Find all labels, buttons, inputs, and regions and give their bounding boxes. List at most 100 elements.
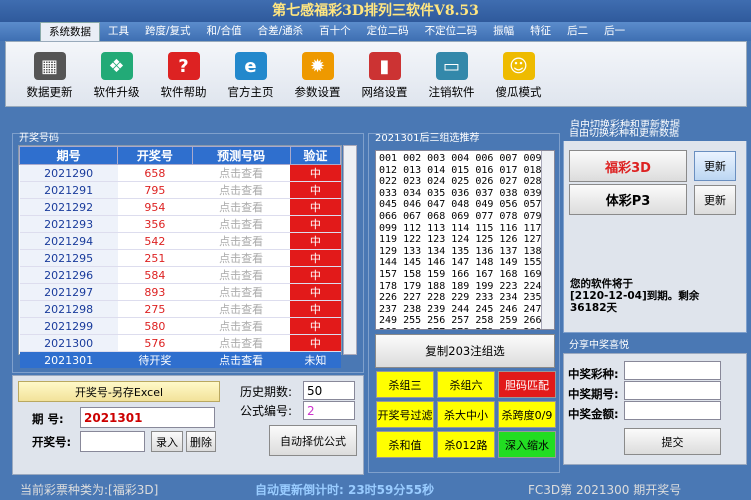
history-label: 历史期数: — [240, 385, 293, 399]
menu-item[interactable]: 后二 — [559, 22, 596, 41]
toolbar-label: 傻瓜模式 — [495, 85, 542, 99]
cell-number: 251 — [117, 249, 192, 267]
status-lottery: 当前彩票种类为:[福彩3D] — [20, 483, 159, 497]
menu-item[interactable]: 百十个 — [311, 22, 359, 41]
table-row: 2021298 275 点击查看中 — [19, 300, 341, 318]
cell-period: 2021297 — [19, 283, 118, 301]
copy-combos-button[interactable]: 复制203注组选 — [375, 334, 555, 368]
fc3d-update-button[interactable]: 更新 — [694, 151, 736, 181]
cell-period: 2021291 — [19, 181, 118, 199]
cell-number: 584 — [117, 266, 192, 284]
toolbar-button[interactable]: ▦ 数据更新 — [16, 46, 83, 106]
column-header: 期号 — [18, 146, 119, 165]
cell-ver: 中 — [290, 181, 341, 199]
toolbar-button[interactable]: ❖ 软件升级 — [83, 46, 150, 106]
menu-item[interactable]: 定位二码 — [359, 22, 417, 41]
toolbar-button[interactable]: ✹ 参数设置 — [284, 46, 351, 106]
toolbar-button[interactable]: ▮ 网络设置 — [351, 46, 418, 106]
menu-item[interactable]: 系统数据 — [40, 22, 100, 41]
cell-pred[interactable]: 点击查看 — [192, 300, 291, 318]
menu-item[interactable]: 跨度/复式 — [137, 22, 199, 41]
toolbar-label: 网络设置 — [361, 85, 408, 99]
enter-button[interactable]: 录入 — [151, 431, 183, 452]
toolbar-button[interactable]: ▭ 注销软件 — [418, 46, 485, 106]
cell-pred[interactable]: 点击查看 — [192, 249, 291, 267]
draw-table: 期号 开奖号 预测号码 验证 2021290 658 点击查看中 2021291 795 点击查… — [18, 145, 342, 368]
share-input[interactable] — [624, 401, 721, 420]
filter-button[interactable]: 开奖号过滤 — [376, 401, 434, 428]
filter-button[interactable]: 杀大中小 — [437, 401, 495, 428]
auto-formula-button[interactable]: 自动择优公式 — [269, 425, 357, 456]
table-row: 2021297 893 点击查看中 — [19, 283, 341, 301]
filter-button[interactable]: 杀跨度0/9 — [498, 401, 556, 428]
share-panel-title: 分享中奖喜悦 — [563, 339, 747, 353]
cell-pred[interactable]: 点击查看 — [192, 198, 291, 216]
toolbar-button[interactable]: ? 软件帮助 — [150, 46, 217, 106]
menu-item[interactable]: 振幅 — [485, 22, 522, 41]
cell-ver: 中 — [290, 266, 341, 284]
toolbar-label: 参数设置 — [294, 85, 341, 99]
cell-period: 2021295 — [19, 249, 118, 267]
period-input[interactable] — [80, 407, 215, 428]
toolbar-button[interactable]: e 官方主页 — [217, 46, 284, 106]
cell-period: 2021298 — [19, 300, 118, 318]
p3-button[interactable]: 体彩P3 — [569, 184, 687, 215]
monitor-icon: ▭ — [435, 52, 468, 80]
table-row: 2021296 584 点击查看中 — [19, 266, 341, 284]
share-submit-button[interactable]: 提交 — [624, 428, 721, 455]
formula-input[interactable] — [303, 401, 355, 420]
menu-item[interactable]: 工具 — [100, 22, 137, 41]
windows-logo-icon: ❖ — [100, 52, 133, 80]
table-row: 2021299 580 点击查看中 — [19, 317, 341, 335]
cell-number: 275 — [117, 300, 192, 318]
menu-item[interactable]: 后一 — [596, 22, 633, 41]
cell-pred[interactable]: 点击查看 — [192, 266, 291, 284]
table-row: 2021301 待开奖 点击查看 未知 — [19, 351, 341, 368]
toolbar-label: 官方主页 — [227, 85, 274, 99]
menu-item[interactable]: 和/合值 — [199, 22, 250, 41]
draw-panel-title: 开奖号码 — [19, 133, 59, 144]
cell-pred[interactable]: 点击查看 — [192, 215, 291, 233]
filter-button[interactable]: 深入缩水 — [498, 431, 556, 458]
cell-ver: 中 — [290, 317, 341, 335]
menu-bar: 系统数据 工具 跨度/复式 和/合值 合差/通杀 百十个 定位二码 不定位二码 振幅 特征 后二 后一 — [0, 22, 751, 41]
cell-ver: 中 — [290, 283, 341, 301]
status-bar: 当前彩票种类为:[福彩3D] 自动更新倒计时: 23时59分55秒 FC3D第 … — [0, 480, 751, 500]
export-excel-button[interactable]: 开奖号-另存Excel — [18, 381, 220, 402]
cell-pred[interactable]: 点击查看 — [192, 334, 291, 352]
cell-pred[interactable]: 点击查看 — [192, 283, 291, 301]
share-input[interactable] — [624, 361, 721, 380]
cell-pred[interactable]: 点击查看 — [192, 164, 291, 182]
cell-pred[interactable]: 点击查看 — [192, 317, 291, 335]
cell-pred[interactable]: 点击查看 — [192, 232, 291, 250]
filter-button[interactable]: 杀组六 — [437, 371, 495, 398]
menu-item[interactable]: 特征 — [522, 22, 559, 41]
p3-update-button[interactable]: 更新 — [694, 185, 736, 215]
cell-number: 954 — [117, 198, 192, 216]
filter-button[interactable]: 杀组三 — [376, 371, 434, 398]
combo-list[interactable]: 001 002 003 004 006 007 009 011 012 013 … — [375, 150, 555, 330]
share-input[interactable] — [624, 381, 721, 400]
status-countdown: 自动更新倒计时: 23时59分55秒 — [255, 483, 435, 497]
cell-pred[interactable]: 点击查看 — [192, 181, 291, 199]
table-row: 2021294 542 点击查看中 — [19, 232, 341, 250]
delete-button[interactable]: 删除 — [186, 431, 216, 452]
fc3d-button[interactable]: 福彩3D — [569, 150, 687, 182]
toolbar-label: 数据更新 — [26, 85, 73, 99]
draw-table-scrollbar[interactable] — [343, 145, 357, 355]
filter-button[interactable]: 胆码匹配 — [498, 371, 556, 398]
cell-number: 658 — [117, 164, 192, 182]
number-input[interactable] — [80, 431, 145, 452]
toolbar-button[interactable]: ☺ 傻瓜模式 — [485, 46, 552, 106]
filter-button[interactable]: 杀和值 — [376, 431, 434, 458]
column-header: 预测号码 — [191, 146, 291, 165]
share-label: 中奖期号: — [568, 387, 619, 401]
combo-list-scrollbar[interactable] — [541, 151, 554, 329]
table-row: 2021295 251 点击查看中 — [19, 249, 341, 267]
history-input[interactable] — [303, 381, 355, 400]
menu-item[interactable]: 合差/通杀 — [250, 22, 312, 41]
menu-item[interactable]: 不定位二码 — [417, 22, 486, 41]
filter-button[interactable]: 杀012路 — [437, 431, 495, 458]
cell-pred[interactable]: 点击查看 — [192, 351, 291, 368]
cell-number: 795 — [117, 181, 192, 199]
